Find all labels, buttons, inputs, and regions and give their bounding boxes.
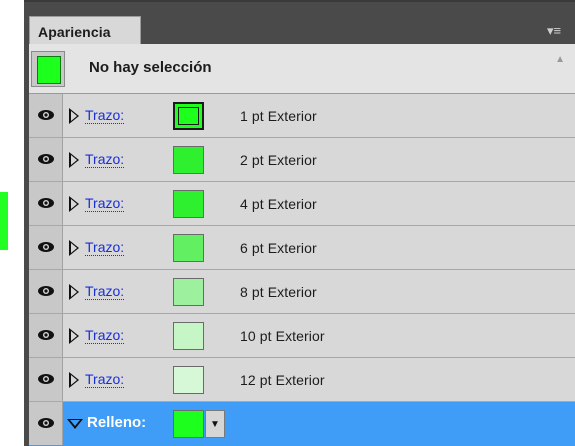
stroke-weight-text: 8 pt Exterior (240, 284, 317, 300)
stroke-link[interactable]: Trazo: (85, 371, 125, 388)
expand-triangle-inner (71, 111, 77, 121)
expand-triangle-inner (71, 331, 77, 341)
eye-icon (38, 374, 54, 384)
stroke-swatch[interactable] (173, 278, 204, 306)
stroke-swatch[interactable] (173, 234, 204, 262)
visibility-toggle[interactable] (29, 138, 63, 181)
visibility-toggle[interactable] (29, 182, 63, 225)
stroke-weight-text: 4 pt Exterior (240, 196, 317, 212)
fill-swatch[interactable] (173, 410, 204, 438)
fill-label[interactable]: Relleno: (87, 414, 146, 431)
visibility-toggle[interactable] (29, 270, 63, 313)
stroke-link[interactable]: Trazo: (85, 107, 125, 124)
appearance-panel: Apariencia ▾≡ No hay selección ▲ Trazo: 1… (24, 0, 575, 446)
visibility-toggle[interactable] (29, 314, 63, 357)
stroke-row[interactable]: Trazo: 10 pt Exterior (29, 314, 575, 358)
eye-icon (38, 418, 54, 428)
stroke-row[interactable]: Trazo: 8 pt Exterior (29, 270, 575, 314)
panel-menu-icon[interactable]: ▾≡ (547, 23, 569, 39)
stroke-link[interactable]: Trazo: (85, 151, 125, 168)
stroke-link[interactable]: Trazo: (85, 327, 125, 344)
stroke-weight-text: 1 pt Exterior (240, 108, 317, 124)
expand-triangle-inner (71, 199, 77, 209)
stroke-swatch[interactable] (173, 190, 204, 218)
stroke-link[interactable]: Trazo: (85, 283, 125, 300)
stroke-link[interactable]: Trazo: (85, 239, 125, 256)
expand-triangle-inner (71, 155, 77, 165)
panel-content: No hay selección ▲ Trazo: 1 pt Exterior Tr… (29, 44, 575, 446)
stroke-weight-text: 12 pt Exterior (240, 372, 325, 388)
panel-tab-bar: Apariencia ▾≡ (24, 0, 575, 46)
eye-icon (38, 330, 54, 340)
stroke-link[interactable]: Trazo: (85, 195, 125, 212)
stroke-row[interactable]: Trazo: 4 pt Exterior (29, 182, 575, 226)
stroke-swatch[interactable] (173, 322, 204, 350)
visibility-toggle[interactable] (29, 358, 63, 401)
eye-icon (38, 110, 54, 120)
eye-icon (38, 242, 54, 252)
expand-triangle-inner (71, 287, 77, 297)
stroke-swatch[interactable] (173, 366, 204, 394)
stroke-row[interactable]: Trazo: 2 pt Exterior (29, 138, 575, 182)
stroke-swatch-inner (178, 107, 199, 125)
stroke-swatch[interactable] (173, 102, 204, 130)
stroke-row[interactable]: Trazo: 6 pt Exterior (29, 226, 575, 270)
stroke-row[interactable]: Trazo: 12 pt Exterior (29, 358, 575, 402)
collapse-triangle-inner (70, 420, 80, 426)
stroke-weight-text: 6 pt Exterior (240, 240, 317, 256)
stroke-weight-text: 2 pt Exterior (240, 152, 317, 168)
tab-apariencia[interactable]: Apariencia (29, 16, 141, 46)
stroke-row[interactable]: Trazo: 1 pt Exterior (29, 94, 575, 138)
expand-triangle-inner (71, 243, 77, 253)
stroke-swatch[interactable] (173, 146, 204, 174)
stroke-weight-text: 10 pt Exterior (240, 328, 325, 344)
visibility-toggle[interactable] (29, 94, 63, 137)
selection-header: No hay selección ▲ (29, 44, 575, 94)
scroll-up-icon[interactable]: ▲ (555, 54, 565, 65)
left-accent-bar (0, 192, 8, 250)
selection-swatch-box (31, 51, 65, 87)
eye-icon (38, 286, 54, 296)
fill-row[interactable]: Relleno: ▼ (29, 402, 575, 446)
selection-title: No hay selección (89, 59, 212, 76)
selection-swatch (37, 56, 61, 84)
eye-icon (38, 198, 54, 208)
expand-triangle-inner (71, 375, 77, 385)
visibility-toggle[interactable] (29, 402, 63, 445)
eye-icon (38, 154, 54, 164)
fill-dropdown-button[interactable]: ▼ (205, 410, 225, 438)
visibility-toggle[interactable] (29, 226, 63, 269)
